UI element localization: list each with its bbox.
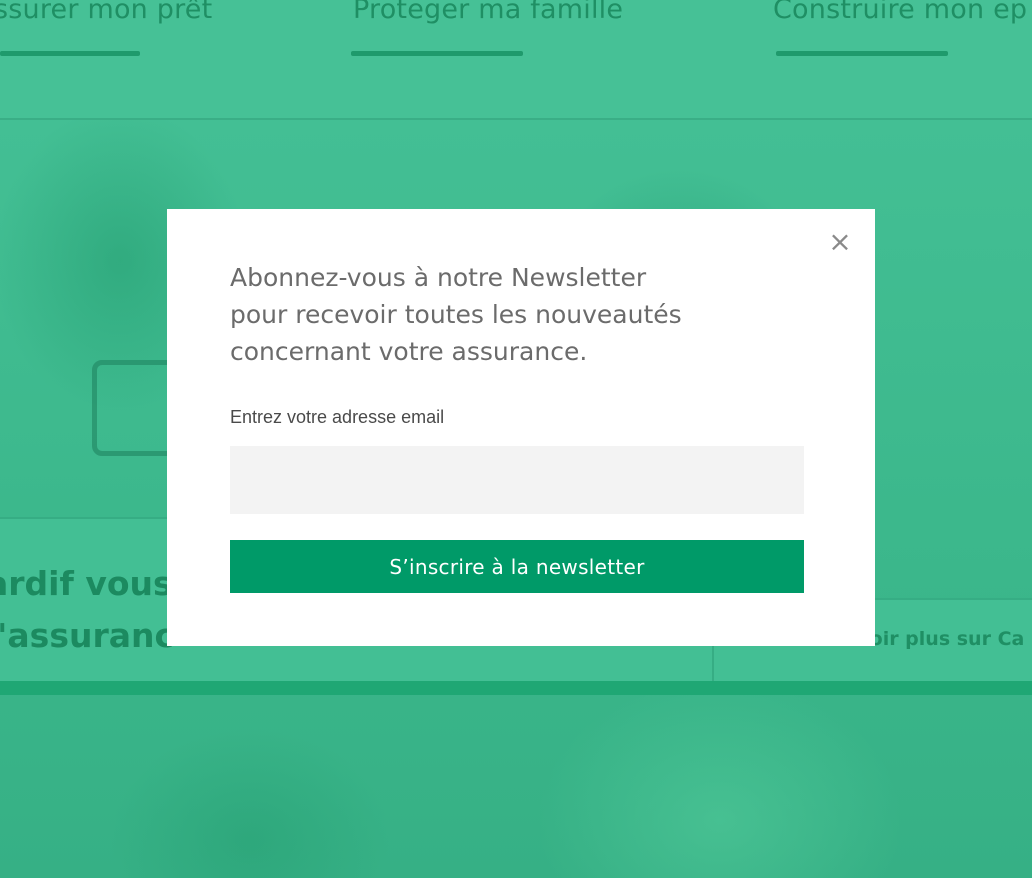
modal-heading-line3: concernant votre assurance. — [230, 337, 588, 366]
nav-item-proteger-famille[interactable]: Proteger ma famille — [351, 0, 624, 56]
hero-headline-line1: ardif vous — [0, 564, 173, 603]
email-field[interactable] — [230, 446, 804, 514]
close-button[interactable]: × — [825, 227, 855, 257]
hero-headline: ardif vous l'assuranc — [0, 558, 174, 662]
top-navigation: ssurer mon prêt Proteger ma famille Cons… — [0, 0, 1032, 120]
modal-heading-line1: Abonnez-vous à notre Newsletter — [230, 263, 647, 292]
nav-item-label: Proteger ma famille — [353, 0, 624, 25]
modal-heading: Abonnez-vous à notre Newsletter pour rec… — [230, 259, 790, 370]
email-label: Entrez votre adresse email — [230, 407, 445, 427]
nav-item-label: Construire mon ep — [773, 0, 1028, 25]
nav-item-label: ssurer mon prêt — [0, 0, 213, 25]
nav-item-assurer-pret[interactable]: ssurer mon prêt — [0, 0, 213, 56]
hero-headline-line2: l'assuranc — [0, 616, 175, 655]
close-icon: × — [828, 225, 852, 258]
subscribe-button[interactable]: S’inscrire à la newsletter — [230, 540, 804, 593]
nav-item-construire-epargne[interactable]: Construire mon ep — [773, 0, 1028, 56]
nav-item-underline — [0, 51, 140, 56]
modal-heading-line2: pour recevoir toutes les nouveautés — [230, 300, 682, 329]
nav-item-underline — [776, 51, 948, 56]
newsletter-modal: × Abonnez-vous à notre Newsletter pour r… — [167, 209, 875, 646]
divider-strip — [0, 681, 1032, 695]
nav-item-underline — [351, 51, 523, 56]
